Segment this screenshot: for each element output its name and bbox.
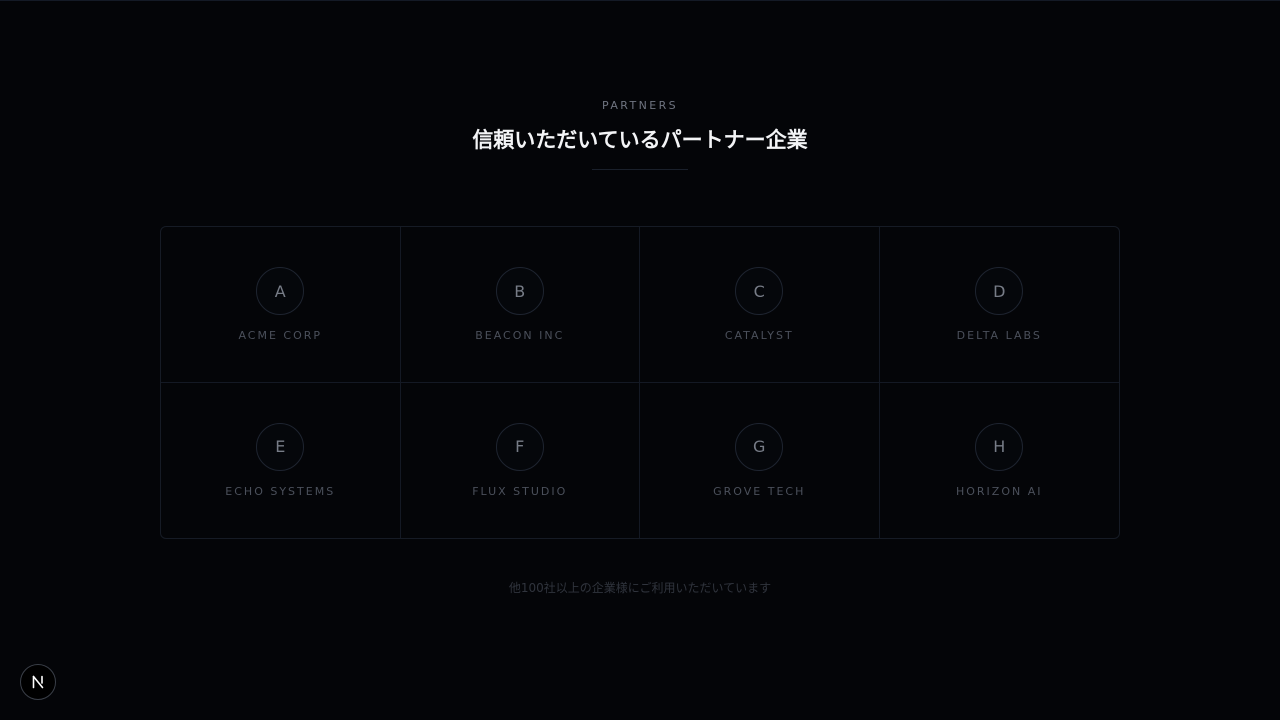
partner-card-horizon: H HORIZON AI xyxy=(880,383,1120,539)
partner-card-beacon: B BEACON INC xyxy=(400,227,640,383)
partner-name: GROVE TECH xyxy=(713,484,806,498)
partner-logo: D xyxy=(975,267,1024,315)
devtools-button[interactable] xyxy=(20,664,56,700)
partner-name: BEACON INC xyxy=(475,329,565,342)
partner-name: ECHO SYSTEMS xyxy=(225,484,336,498)
partner-name: HORIZON AI xyxy=(955,484,1043,498)
partner-card-echo: E ECHO SYSTEMS xyxy=(161,382,401,538)
partner-name: ACME CORP xyxy=(238,329,323,342)
partner-name: DELTA LABS xyxy=(956,329,1042,342)
partner-logo: C xyxy=(735,267,784,315)
partner-card-acme: A ACME CORP xyxy=(161,227,401,383)
partner-name: CATALYST xyxy=(724,329,794,342)
partner-logo: G xyxy=(735,422,784,471)
partner-name: FLUX STUDIO xyxy=(472,484,568,498)
section-eyebrow: PARTNERS xyxy=(601,99,679,112)
partner-card-delta: D DELTA LABS xyxy=(879,227,1119,383)
partner-grid: A ACME CORP B BEACON INC C CATALYST D DE… xyxy=(160,226,1120,539)
title-divider xyxy=(592,169,688,170)
partner-card-grove: G GROVE TECH xyxy=(640,382,880,538)
partner-logo: E xyxy=(256,422,305,471)
partners-page: PARTNERS 信頼いただいているパートナー企業 A ACME CORP B … xyxy=(0,0,1280,720)
nextjs-n-icon xyxy=(32,675,44,689)
partner-card-catalyst: C CATALYST xyxy=(640,227,880,383)
section-title: 信頼いただいているパートナー企業 xyxy=(472,128,808,152)
partners-footnote: 他100社以上の企業様にご利用いただいています xyxy=(508,581,772,595)
partner-logo: A xyxy=(256,267,305,315)
partner-logo: B xyxy=(495,267,544,315)
partner-logo: H xyxy=(975,422,1024,471)
partner-card-flux: F FLUX STUDIO xyxy=(401,382,640,538)
partner-logo: F xyxy=(495,422,544,471)
